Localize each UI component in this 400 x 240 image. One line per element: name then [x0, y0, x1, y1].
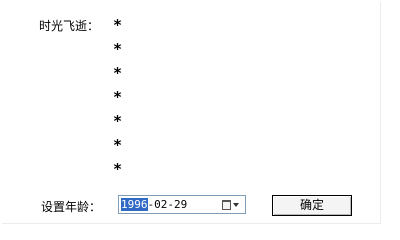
age-label: 设置年龄： [41, 200, 102, 214]
star-item: * [113, 136, 123, 154]
confirm-button[interactable]: 确定 [272, 195, 352, 216]
date-picker[interactable]: 1996-02-29 [118, 195, 246, 214]
date-month-day[interactable]: -02-29 [148, 198, 188, 211]
calendar-dropdown-button[interactable] [218, 198, 242, 211]
star-item: * [113, 112, 123, 130]
star-item: * [113, 16, 123, 34]
star-item: * [113, 40, 123, 58]
date-value[interactable]: 1996-02-29 [119, 197, 187, 212]
star-item: * [113, 160, 123, 178]
star-item: * [113, 88, 123, 106]
star-list: * * * * * * * [113, 16, 122, 184]
star-item: * [113, 64, 123, 82]
calendar-icon [221, 199, 231, 210]
chevron-down-icon [232, 202, 239, 207]
time-label: 时光飞逝： [39, 19, 100, 33]
form-panel: 时光飞逝： * * * * * * * 设置年龄： 1996-02-29 确定 [2, 2, 381, 224]
date-year-selection[interactable]: 1996 [121, 198, 148, 211]
